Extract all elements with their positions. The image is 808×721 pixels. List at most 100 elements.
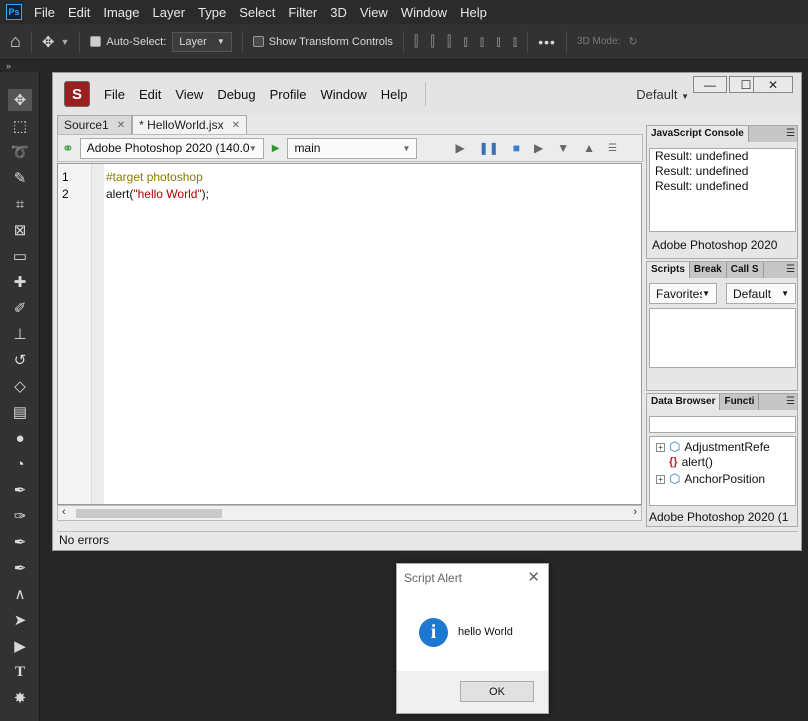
menu-select[interactable]: Select	[239, 5, 275, 20]
align-right-icon[interactable]: ⫿	[447, 33, 451, 50]
align-middle-icon[interactable]: ⫾	[480, 33, 484, 50]
console-output[interactable]: Result: undefined Result: undefined Resu…	[649, 148, 796, 232]
estk-menu-debug[interactable]: Debug	[217, 87, 255, 102]
menu-type[interactable]: Type	[198, 5, 226, 20]
close-tab-icon[interactable]: ✕	[117, 120, 125, 131]
expand-icon[interactable]: +	[656, 474, 665, 484]
menu-window[interactable]: Window	[401, 5, 447, 20]
tab-helloworld[interactable]: * HelloWorld.jsx ✕	[132, 115, 247, 134]
workspace-switcher[interactable]: Default ▼	[636, 87, 689, 102]
step-into-icon[interactable]: ▼	[557, 141, 569, 155]
history-brush-icon[interactable]: ↺	[8, 349, 32, 371]
engine-select[interactable]: main ▼	[287, 137, 418, 159]
estk-menu-profile[interactable]: Profile	[270, 87, 307, 102]
estk-menu-file[interactable]: File	[104, 87, 125, 102]
quick-select-tool-icon[interactable]: ✎	[8, 167, 32, 189]
tree-item[interactable]: + ⬡ AdjustmentRefe	[656, 439, 770, 455]
move-tool-icon[interactable]: ✥	[8, 89, 32, 111]
3d-orbit-icon[interactable]: ↻	[628, 35, 637, 48]
show-transform-checkbox[interactable]	[252, 36, 264, 47]
lasso-tool-icon[interactable]: ➰	[8, 141, 32, 163]
scroll-left-icon[interactable]: ‹	[62, 506, 66, 518]
target-app-select[interactable]: Adobe Photoshop 2020 (140.0 ▼	[79, 137, 264, 159]
tools-collapse-button[interactable]: »	[0, 60, 40, 72]
close-button[interactable]: ✕	[753, 76, 793, 93]
menu-help[interactable]: Help	[460, 5, 487, 20]
align-top-icon[interactable]: ⫾	[463, 33, 467, 50]
auto-select-checkbox[interactable]	[90, 36, 102, 47]
tab-functions[interactable]: Functi	[720, 394, 760, 410]
align-center-icon[interactable]: ⫿	[430, 33, 434, 50]
move-tool-icon[interactable]: ✥	[42, 33, 55, 51]
panel-menu-icon[interactable]: ☰	[786, 394, 795, 410]
estk-menu-window[interactable]: Window	[320, 87, 366, 102]
ruler-tool-icon[interactable]: ▭	[8, 245, 32, 267]
auto-select-target-dropdown[interactable]: Layer ▼	[172, 31, 232, 52]
editor-horizontal-scrollbar[interactable]: ‹ ›	[57, 505, 642, 521]
menu-layer[interactable]: Layer	[153, 5, 186, 20]
stop-icon[interactable]: ■	[513, 141, 520, 155]
menu-3d[interactable]: 3D	[330, 5, 347, 20]
panel-menu-icon[interactable]: ☰	[608, 143, 617, 154]
brush-tool-icon[interactable]: ✐	[8, 297, 32, 319]
panel-menu-icon[interactable]: ☰	[786, 126, 795, 142]
tree-item[interactable]: {} alert()	[669, 455, 713, 469]
home-icon[interactable]: ⌂	[10, 31, 21, 52]
distribute-icon[interactable]: ⫾	[513, 33, 517, 50]
menu-file[interactable]: File	[34, 5, 55, 20]
direct-select-icon[interactable]: ▶	[8, 635, 32, 657]
marquee-tool-icon[interactable]: ⬚	[8, 115, 32, 137]
minimize-button[interactable]: —	[693, 76, 727, 93]
tab-scripts[interactable]: Scripts	[647, 262, 690, 278]
link-icon[interactable]: ⚭	[62, 140, 74, 157]
close-tab-icon[interactable]: ✕	[232, 120, 240, 131]
frame-tool-icon[interactable]: ⊠	[8, 219, 32, 241]
dodge-tool-icon[interactable]: ◔	[8, 453, 32, 475]
estk-menu-help[interactable]: Help	[381, 87, 408, 102]
stamp-tool-icon[interactable]: ⊥	[8, 323, 32, 345]
gradient-tool-icon[interactable]: ▤	[8, 401, 32, 423]
menu-edit[interactable]: Edit	[68, 5, 90, 20]
crop-tool-icon[interactable]: ⌗	[8, 193, 32, 215]
type-tool-icon[interactable]: T	[8, 661, 32, 683]
step-out-icon[interactable]: ▲	[583, 141, 595, 155]
tab-call-stack[interactable]: Call S	[727, 262, 764, 278]
blur-tool-icon[interactable]: ●	[8, 427, 32, 449]
code-editor[interactable]: 1 2 #target photoshop alert("hello World…	[57, 163, 642, 505]
scrollbar-thumb[interactable]	[76, 509, 222, 518]
add-anchor-icon[interactable]: ✒	[8, 531, 32, 553]
favorites-select[interactable]: Favorites ▼	[649, 283, 717, 304]
pause-icon[interactable]: ❚❚	[479, 141, 499, 155]
data-browser-tree[interactable]: + ⬡ AdjustmentRefe {} alert() + ⬡ AnchorPosit…	[649, 436, 796, 506]
expand-icon[interactable]: +	[656, 442, 665, 452]
ok-button[interactable]: OK	[460, 681, 534, 702]
tree-item[interactable]: + ⬡ AnchorPosition	[656, 471, 765, 487]
estk-menu-edit[interactable]: Edit	[139, 87, 161, 102]
convert-point-icon[interactable]: ∧	[8, 583, 32, 605]
delete-anchor-icon[interactable]: ✒	[8, 557, 32, 579]
align-left-icon[interactable]: ⫿	[414, 33, 418, 50]
tab-breakpoints[interactable]: Break	[690, 262, 727, 278]
run-icon[interactable]: ▶	[455, 141, 464, 155]
step-over-icon[interactable]: ▶	[534, 141, 543, 155]
tab-data-browser[interactable]: Data Browser	[647, 394, 721, 410]
pen-tool-icon[interactable]: ✒	[8, 479, 32, 501]
align-bottom-icon[interactable]: ⫾	[496, 33, 500, 50]
data-browser-filter[interactable]	[649, 416, 796, 433]
eraser-tool-icon[interactable]: ◇	[8, 375, 32, 397]
scripts-list[interactable]	[649, 308, 796, 368]
scroll-right-icon[interactable]: ›	[633, 506, 637, 518]
breakpoint-gutter[interactable]	[92, 164, 104, 504]
tab-javascript-console[interactable]: JavaScript Console	[647, 126, 749, 142]
tool-preset-chevron-icon[interactable]: ▼	[60, 37, 69, 47]
custom-shape-icon[interactable]: ✸	[8, 687, 32, 709]
tab-source1[interactable]: Source1 ✕	[57, 115, 133, 134]
close-icon[interactable]: ✕	[527, 568, 540, 586]
panel-menu-icon[interactable]: ☰	[786, 262, 795, 278]
freeform-pen-icon[interactable]: ✑	[8, 505, 32, 527]
healing-brush-icon[interactable]: ✚	[8, 271, 32, 293]
path-select-icon[interactable]: ➤	[8, 609, 32, 631]
default-select[interactable]: Default ▼	[726, 283, 796, 304]
menu-view[interactable]: View	[360, 5, 388, 20]
menu-filter[interactable]: Filter	[288, 5, 317, 20]
